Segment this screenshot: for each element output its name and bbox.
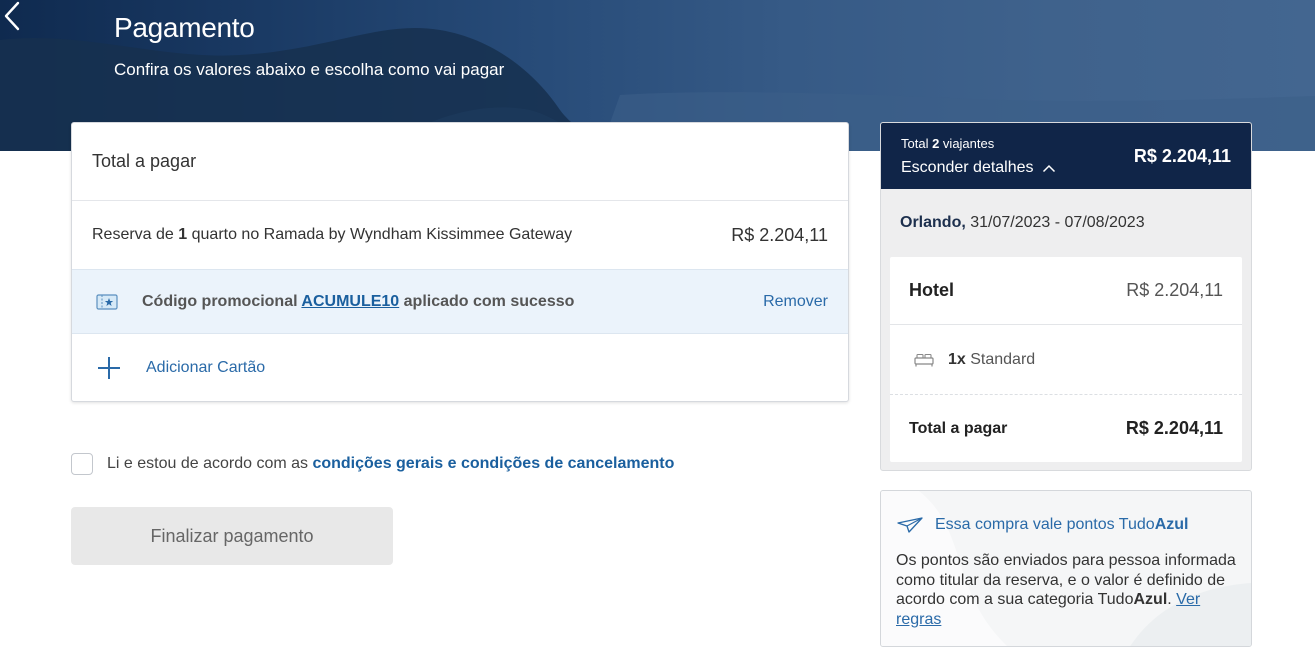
plus-icon: [98, 356, 120, 379]
promo-suffix: aplicado com sucesso: [399, 292, 575, 310]
points-body-end: .: [1167, 591, 1177, 608]
payment-card: Total a pagar Reserva de 1 quarto no Ram…: [71, 122, 849, 402]
promo-code: ACUMULE10: [301, 292, 400, 310]
destination-dates: Orlando, 31/07/2023 - 07/08/2023: [900, 214, 1145, 232]
finalize-payment-button[interactable]: Finalizar pagamento: [71, 507, 393, 565]
points-description: Os pontos são enviados para pessoa infor…: [896, 551, 1241, 629]
reservation-price: R$ 2.204,11: [731, 224, 828, 245]
points-body-brand: Azul: [1133, 591, 1168, 608]
hide-details-toggle[interactable]: Esconder detalhes: [901, 159, 1056, 177]
summary-total: R$ 2.204,11: [1133, 146, 1231, 166]
back-arrow-icon[interactable]: [0, 0, 24, 32]
promo-message: Código promocional ACUMULE10 aplicado co…: [142, 293, 574, 311]
travel-dates: 31/07/2023 - 07/08/2023: [965, 214, 1145, 231]
terms-link[interactable]: condições gerais e condições de cancelam…: [312, 455, 674, 472]
travelers-count: Total 2 viajantes: [901, 136, 994, 151]
page-title: Pagamento: [114, 12, 255, 43]
summary-header: Total 2 viajantes Esconder detalhes R$ 2…: [881, 123, 1251, 189]
reservation-row: Reserva de 1 quarto no Ramada by Wyndham…: [72, 201, 848, 269]
terms-label: Li e estou de acordo com as: [107, 455, 313, 472]
terms-checkbox[interactable]: [71, 453, 93, 475]
card-title: Total a pagar: [72, 123, 848, 201]
total-label: Total a pagar: [909, 419, 1008, 437]
page-subtitle: Confira os valores abaixo e escolha como…: [114, 60, 505, 79]
add-card-label: Adicionar Cartão: [146, 358, 266, 376]
room-type: Standard: [965, 350, 1036, 368]
points-title-prefix: Essa compra vale pontos Tudo: [935, 516, 1155, 533]
paper-plane-icon: [897, 517, 923, 533]
remove-promo-button[interactable]: Remover: [763, 293, 828, 311]
add-card-button[interactable]: Adicionar Cartão: [72, 334, 848, 401]
room-row: 1x Standard: [890, 325, 1242, 395]
hotel-price: R$ 2.204,11: [1126, 280, 1223, 300]
destination-city: Orlando,: [900, 214, 966, 231]
points-title: Essa compra vale pontos TudoAzul: [935, 516, 1188, 534]
reservation-prefix: Reserva de: [92, 226, 179, 243]
total-row: Total a pagar R$ 2.204,11: [890, 395, 1242, 462]
room-description: 1x Standard: [948, 351, 1035, 369]
terms-text: Li e estou de acordo com as condições ge…: [107, 455, 674, 473]
summary-details: Hotel R$ 2.204,11 1x Standard Total a pa…: [890, 257, 1242, 462]
toggle-label: Esconder detalhes: [901, 159, 1034, 176]
points-info-box: Essa compra vale pontos TudoAzul Os pont…: [880, 490, 1252, 647]
hotel-label: Hotel: [909, 280, 954, 300]
promo-row: Código promocional ACUMULE10 aplicado co…: [72, 269, 848, 334]
travelers-prefix: Total: [901, 136, 933, 151]
order-summary: Total 2 viajantes Esconder detalhes R$ 2…: [880, 122, 1252, 471]
terms-agreement: Li e estou de acordo com as condições ge…: [71, 453, 674, 475]
room-quantity: 1x: [948, 350, 966, 368]
total-price: R$ 2.204,11: [1125, 418, 1223, 438]
points-header: Essa compra vale pontos TudoAzul: [897, 516, 1188, 534]
travelers-suffix: viajantes: [939, 136, 995, 151]
chevron-up-icon: [1042, 164, 1055, 172]
reservation-suffix: quarto no Ramada by Wyndham Kissimmee Ga…: [187, 226, 573, 243]
points-title-brand: Azul: [1154, 516, 1189, 533]
promo-prefix: Código promocional: [142, 292, 302, 310]
hotel-row: Hotel R$ 2.204,11: [890, 257, 1242, 325]
reservation-description: Reserva de 1 quarto no Ramada by Wyndham…: [92, 226, 572, 244]
coupon-icon: [96, 293, 118, 310]
bed-icon: [914, 353, 934, 366]
reservation-rooms: 1: [178, 226, 188, 243]
